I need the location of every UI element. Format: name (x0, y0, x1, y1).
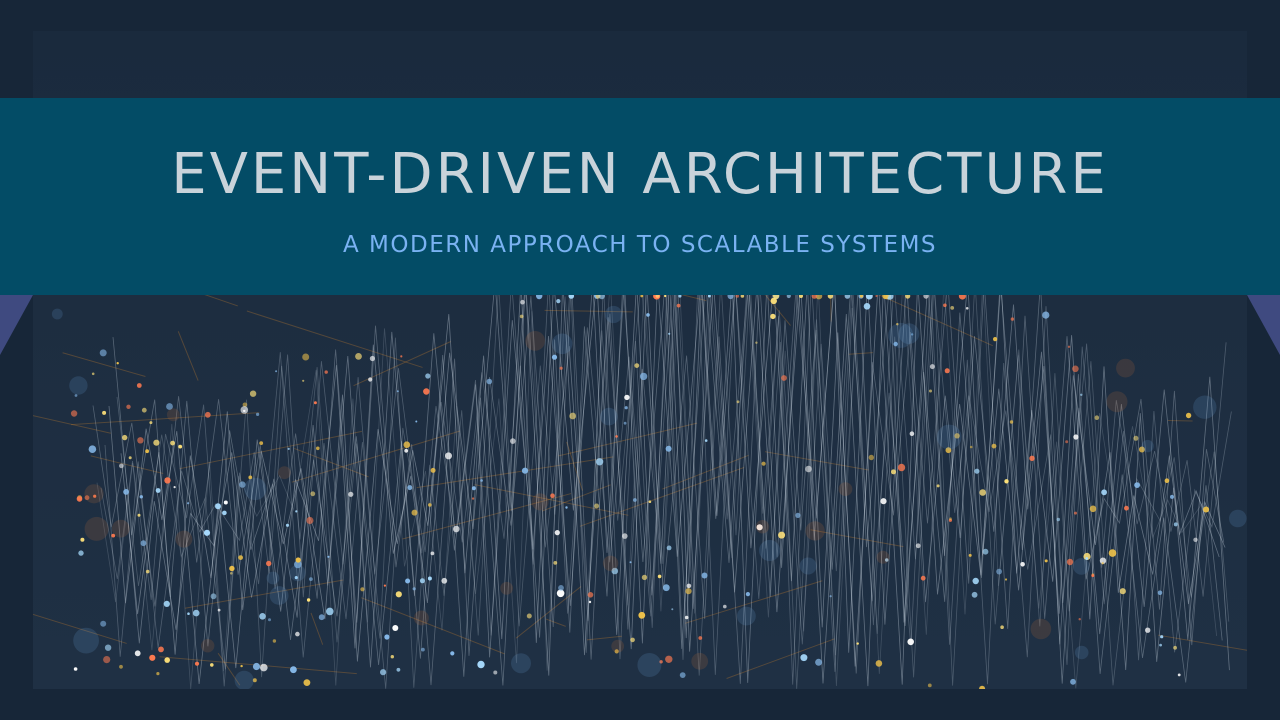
slide: EVENT-DRIVEN ARCHITECTURE A MODERN APPRO… (0, 0, 1280, 720)
ribbon-fold-left (0, 295, 33, 355)
ribbon-fold-right (1247, 295, 1280, 355)
slide-subtitle: A MODERN APPROACH TO SCALABLE SYSTEMS (342, 232, 938, 258)
slide-title: EVENT-DRIVEN ARCHITECTURE (171, 142, 1109, 207)
